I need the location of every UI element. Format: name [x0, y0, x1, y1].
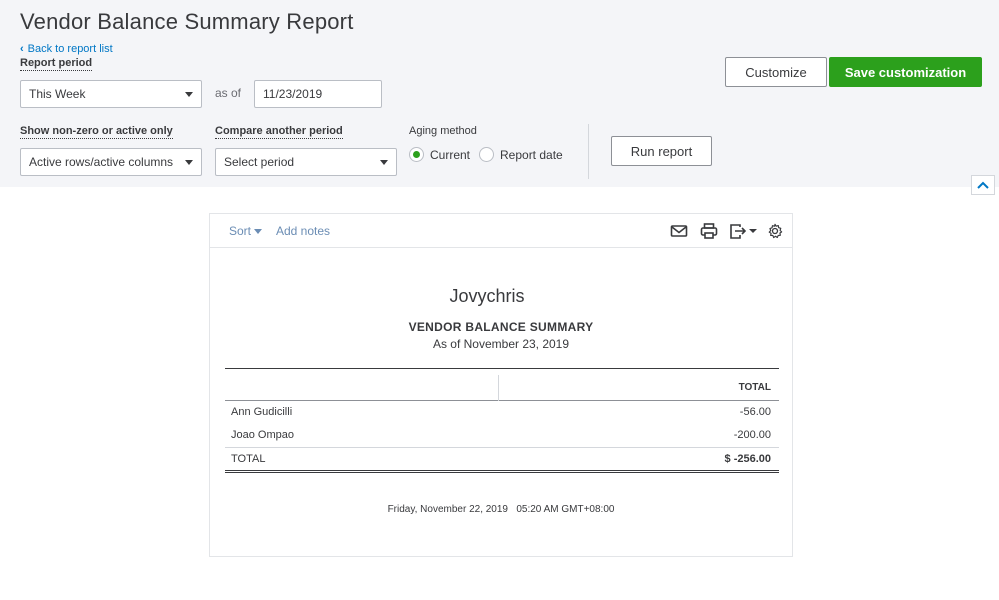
chevron-down-icon [185, 91, 193, 97]
compare-period-select[interactable]: Select period [215, 148, 397, 176]
add-notes-link[interactable]: Add notes [276, 224, 330, 238]
back-to-report-list-link[interactable]: ‹ Back to report list [20, 43, 113, 55]
report-period-value: This Week [29, 87, 86, 101]
sort-label: Sort [229, 224, 252, 238]
total-amount[interactable]: $ -256.00 [725, 453, 771, 465]
show-nonzero-label: Show non-zero or active only [20, 125, 173, 139]
print-icon[interactable] [700, 223, 718, 239]
customize-button[interactable]: Customize [725, 57, 827, 87]
aging-report-date-label: Report date [500, 147, 563, 162]
table-header: TOTAL [225, 368, 779, 401]
total-label: TOTAL [231, 453, 266, 465]
export-icon[interactable] [729, 223, 759, 239]
chevron-up-icon [977, 181, 989, 189]
collapse-header-button[interactable] [971, 175, 995, 195]
total-column-header: TOTAL [738, 382, 771, 393]
chevron-left-icon: ‹ [20, 43, 24, 55]
table-row[interactable]: Ann Gudicilli -56.00 [225, 401, 779, 424]
vendor-name: Ann Gudicilli [231, 406, 293, 418]
report-table: TOTAL Ann Gudicilli -56.00 Joao Ompao -2… [225, 368, 779, 473]
email-icon[interactable] [670, 223, 688, 239]
company-name[interactable]: Jovychris [210, 286, 792, 307]
vendor-amount[interactable]: -200.00 [734, 429, 771, 441]
total-row: TOTAL $ -256.00 [225, 447, 779, 473]
aging-current-radio[interactable]: Current [409, 147, 470, 162]
sort-dropdown[interactable]: Sort [229, 224, 263, 238]
show-nonzero-select[interactable]: Active rows/active columns [20, 148, 202, 176]
compare-period-label: Compare another period [215, 125, 343, 139]
chevron-down-icon [380, 159, 388, 165]
report-title: VENDOR BALANCE SUMMARY [408, 320, 594, 334]
report-subtitle: As of November 23, 2019 [432, 337, 570, 351]
aging-report-date-radio[interactable]: Report date [479, 147, 563, 162]
settings-icon[interactable] [766, 223, 784, 239]
report-timestamp: Friday, November 22, 2019 05:20 AM GMT+0… [387, 504, 615, 515]
report-period-select[interactable]: This Week [20, 80, 202, 108]
report-toolbar: Sort Add notes [210, 214, 792, 248]
aging-method-label: Aging method [409, 125, 477, 137]
save-customization-button[interactable]: Save customization [829, 57, 982, 87]
vendor-name: Joao Ompao [231, 429, 294, 441]
chevron-down-icon [185, 159, 193, 165]
report-period-label: Report period [20, 57, 93, 71]
date-value: 11/23/2019 [263, 87, 323, 101]
date-input[interactable]: 11/23/2019 [254, 80, 382, 108]
compare-period-value: Select period [224, 155, 295, 169]
radio-selected-icon [409, 147, 424, 162]
filter-divider [588, 124, 589, 179]
show-nonzero-value: Active rows/active columns [29, 155, 174, 169]
back-link-label: Back to report list [27, 43, 113, 55]
column-separator [498, 375, 499, 401]
table-row[interactable]: Joao Ompao -200.00 [225, 424, 779, 447]
run-report-button[interactable]: Run report [611, 136, 712, 166]
report-header: Vendor Balance Summary Report ‹ Back to r… [0, 0, 999, 187]
radio-unselected-icon [479, 147, 494, 162]
as-of-label: as of [215, 86, 242, 100]
page-title: Vendor Balance Summary Report [20, 9, 354, 34]
report-panel: Sort Add notes Jovychris VENDOR BALANCE … [209, 213, 793, 557]
chevron-down-icon [254, 229, 263, 235]
vendor-amount[interactable]: -56.00 [740, 406, 771, 418]
aging-current-label: Current [430, 147, 471, 162]
